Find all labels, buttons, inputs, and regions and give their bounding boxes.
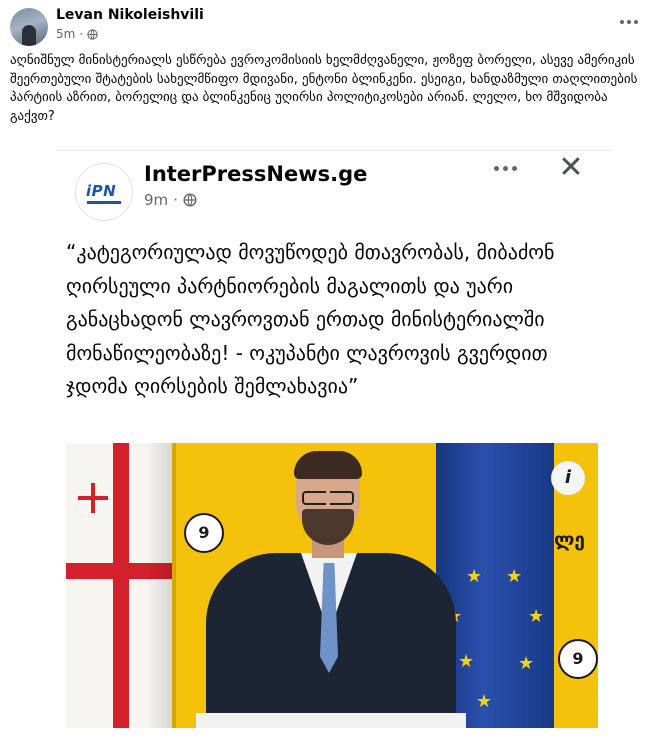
speaker-glasses bbox=[302, 491, 354, 505]
ipn-logo-text: iPN bbox=[86, 182, 117, 200]
info-icon[interactable]: i bbox=[551, 461, 585, 495]
eu-star-icon: ★ bbox=[458, 651, 475, 672]
shared-quote: “კატეგორიულად მოვუწოდებ მთავრობას, მიბაძ… bbox=[66, 240, 555, 398]
globe-icon[interactable] bbox=[87, 28, 98, 40]
eu-star-icon: ★ bbox=[518, 653, 535, 674]
post-meta: 5m · bbox=[56, 27, 98, 41]
post-text: აღნიშნულ მინისტერიალს ესწრება ევროკომისი… bbox=[10, 53, 638, 124]
eu-star-icon: ★ bbox=[528, 606, 545, 627]
post-header: Levan Nikoleishvili 5m · bbox=[0, 0, 657, 48]
more-dots-icon[interactable] bbox=[492, 159, 518, 177]
more-dots-icon[interactable] bbox=[617, 12, 641, 32]
badge-right: 9 bbox=[558, 639, 598, 679]
globe-icon[interactable] bbox=[183, 193, 197, 207]
badge-left: 9 bbox=[184, 513, 224, 553]
post-time[interactable]: 5m bbox=[56, 27, 75, 41]
shared-time[interactable]: 9m bbox=[144, 191, 168, 209]
shared-post[interactable]: iPN InterPressNews.ge 9m · ✕ “კატეგორიულ… bbox=[56, 150, 611, 740]
ipn-logo[interactable]: iPN bbox=[75, 163, 133, 221]
speaker-photo[interactable]: 9 9 ★ ★ ★ ★ ★ ★ ★ i ლე bbox=[66, 443, 598, 728]
podium bbox=[196, 713, 466, 728]
eu-star-icon: ★ bbox=[476, 691, 493, 712]
shared-meta: 9m · bbox=[144, 191, 197, 209]
eu-star-icon: ★ bbox=[506, 566, 523, 587]
author-avatar[interactable] bbox=[10, 8, 48, 46]
close-icon[interactable]: ✕ bbox=[556, 153, 586, 183]
shared-page-name[interactable]: InterPressNews.ge bbox=[144, 162, 367, 186]
author-name[interactable]: Levan Nikoleishvili bbox=[56, 7, 204, 23]
wall-text: ლე bbox=[554, 529, 585, 551]
eu-star-icon: ★ bbox=[466, 566, 483, 587]
